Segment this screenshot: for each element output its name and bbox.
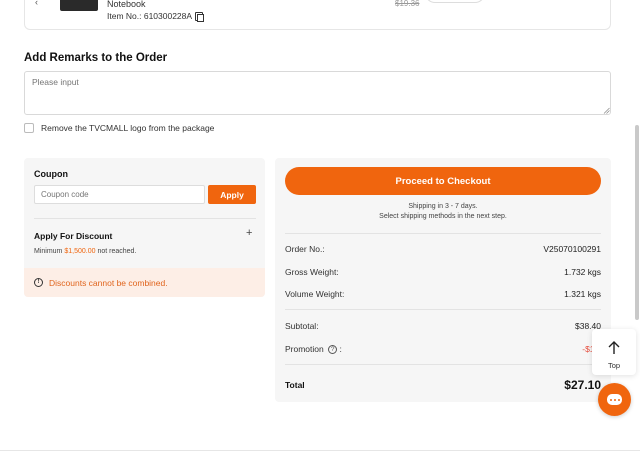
product-thumbnail[interactable] <box>60 0 98 11</box>
help-icon[interactable]: ? <box>328 345 338 355</box>
footer-divider <box>0 450 640 451</box>
copy-icon[interactable] <box>195 11 205 22</box>
summary-divider <box>285 364 601 365</box>
chat-icon <box>607 394 622 405</box>
total-label: Total <box>285 380 305 390</box>
info-icon: ! <box>34 278 43 287</box>
product-item-number-text: Item No.: 610300228A <box>107 11 193 21</box>
summary-divider <box>285 233 601 234</box>
discount-warning: ! Discounts cannot be combined. <box>24 268 265 297</box>
order-number-value: V25070100291 <box>543 244 601 254</box>
remove-logo-label: Remove the TVCMALL logo from the package <box>41 123 215 133</box>
apply-discount-title[interactable]: Apply For Discount <box>34 231 112 241</box>
discount-warning-text: Discounts cannot be combined. <box>49 277 168 288</box>
gross-weight-row: Gross Weight: 1.732 kgs <box>285 267 601 277</box>
volume-weight-label: Volume Weight: <box>285 289 345 299</box>
coupon-code-input[interactable] <box>34 185 205 204</box>
min-suffix: not reached. <box>95 248 137 255</box>
subtotal-label: Subtotal: <box>285 321 319 331</box>
gross-weight-value: 1.732 kgs <box>564 267 601 277</box>
remove-logo-checkbox[interactable] <box>24 123 34 133</box>
coupon-divider <box>34 218 256 219</box>
scroll-to-top-button[interactable]: Top <box>592 329 636 375</box>
shipping-method-note: Select shipping methods in the next step… <box>379 213 507 220</box>
total-row: Total $27.10 <box>285 378 601 392</box>
min-amount: $1,500.00 <box>64 248 96 255</box>
scroll-to-top-label: Top <box>607 361 621 370</box>
coupon-panel: Coupon Apply Apply For Discount + Minimu… <box>24 158 265 297</box>
product-old-price: $19.36 <box>395 0 420 8</box>
gross-weight-label: Gross Weight: <box>285 267 339 277</box>
subtotal-row: Subtotal: $38.40 <box>285 321 601 331</box>
plus-icon[interactable]: + <box>246 228 252 239</box>
volume-weight-value: 1.321 kgs <box>564 289 601 299</box>
total-value: $27.10 <box>564 378 601 392</box>
arrow-up-icon <box>608 341 620 354</box>
remarks-input[interactable] <box>24 71 611 115</box>
shipping-time-text: Shipping in 3 - 7 days. <box>408 203 478 210</box>
order-number-label: Order No.: <box>285 244 325 254</box>
product-name[interactable]: Notebook <box>107 0 146 9</box>
promotion-label-group: Promotion ? : <box>285 344 342 355</box>
chevron-left-icon[interactable]: ‹ <box>35 0 38 7</box>
remarks-title: Add Remarks to the Order <box>24 52 168 64</box>
product-item-number: Item No.: 610300228A <box>107 11 205 22</box>
resize-grip-icon[interactable] <box>603 107 610 114</box>
proceed-to-checkout-button[interactable]: Proceed to Checkout <box>285 167 601 195</box>
discount-minimum-note: Minimum $1,500.00 not reached. <box>34 248 136 255</box>
order-number-row: Order No.: V25070100291 <box>285 244 601 254</box>
remove-logo-option[interactable]: Remove the TVCMALL logo from the package <box>24 123 214 133</box>
summary-divider <box>285 309 601 310</box>
min-prefix: Minimum <box>34 248 65 255</box>
order-summary-panel: Proceed to Checkout Shipping in 3 - 7 da… <box>275 158 611 402</box>
coupon-title: Coupon <box>34 169 68 179</box>
promotion-row: Promotion ? : -$11. <box>285 344 601 355</box>
chat-button[interactable] <box>598 383 631 416</box>
quantity-stepper[interactable] <box>425 0 485 3</box>
apply-coupon-button[interactable]: Apply <box>208 185 256 204</box>
page-scrollbar[interactable] <box>635 125 639 320</box>
volume-weight-row: Volume Weight: 1.321 kgs <box>285 289 601 299</box>
cart-product-card: ‹ Notebook Item No.: 610300228A $19.36 <box>24 0 611 30</box>
promotion-label: Promotion <box>285 344 324 354</box>
promotion-colon: : <box>339 344 342 354</box>
